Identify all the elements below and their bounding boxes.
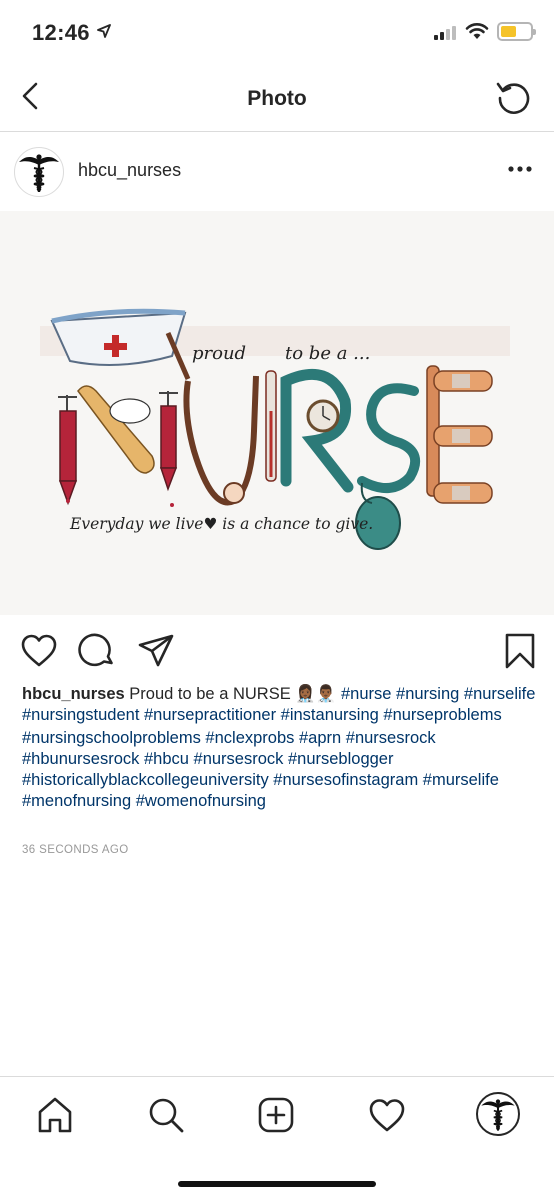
heart-icon[interactable]: [20, 632, 58, 670]
post-timestamp: 36 SECONDS AGO: [22, 844, 129, 856]
refresh-icon[interactable]: [494, 78, 534, 118]
post-header: hbcu_nurses: [0, 133, 554, 211]
share-icon[interactable]: [137, 632, 175, 670]
caption-hashtags[interactable]: #nursingschoolproblems #nclexprobs #aprn…: [22, 729, 499, 810]
status-time: 12:46: [32, 20, 90, 45]
location-arrow-icon: [97, 24, 111, 38]
image-tagline: Everyday we live♥ is a chance to give.: [69, 515, 373, 533]
caption-text: Proud to be a NURSE 👩🏾‍⚕️👨🏾‍⚕️: [129, 685, 337, 703]
search-icon[interactable]: [146, 1095, 186, 1135]
caduceus-icon: [481, 1099, 515, 1131]
bottom-tab-bar: [0, 1076, 554, 1160]
cellular-signal-icon: [434, 24, 456, 40]
post-caption: hbcu_nurses Proud to be a NURSE 👩🏾‍⚕️👨🏾‍…: [22, 684, 537, 812]
home-icon[interactable]: [35, 1095, 75, 1135]
comment-icon[interactable]: [78, 632, 116, 670]
home-indicator[interactable]: [178, 1181, 376, 1187]
action-bar: [0, 622, 554, 682]
profile-avatar[interactable]: [476, 1092, 520, 1136]
heart-icon[interactable]: [367, 1095, 407, 1135]
bookmark-icon[interactable]: [501, 632, 539, 670]
battery-icon: [497, 22, 536, 41]
caduceus-icon: [19, 154, 59, 192]
more-horizontal-icon[interactable]: [506, 159, 534, 179]
battery-level: [501, 26, 517, 37]
page-title: Photo: [247, 87, 307, 110]
caption-username[interactable]: hbcu_nurses: [22, 685, 125, 703]
wifi-icon: [465, 23, 489, 39]
image-text-proud: proud: [192, 343, 246, 364]
nav-header: Photo: [0, 64, 554, 132]
image-text-to-be: to be a ...: [285, 343, 370, 364]
nurse-illustration: proud to be a ... Everyday we live♥ is a…: [0, 211, 554, 615]
post-image[interactable]: proud to be a ... Everyday we live♥ is a…: [0, 211, 554, 615]
status-bar: 12:46: [0, 0, 554, 64]
post-username[interactable]: hbcu_nurses: [78, 160, 181, 181]
avatar[interactable]: [14, 147, 64, 197]
add-post-icon[interactable]: [256, 1095, 296, 1135]
